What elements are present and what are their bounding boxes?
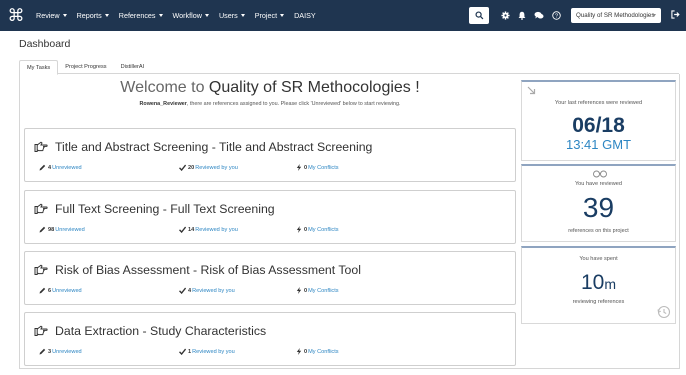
tab-distiller-ai[interactable]: DistillerAI <box>114 60 152 74</box>
welcome-username: Rowena_Reviewer <box>139 101 187 107</box>
task-card: Data Extraction - Study Characteristics … <box>24 312 516 366</box>
tab-my-tasks[interactable]: My Tasks <box>19 60 59 75</box>
pencil-icon <box>39 287 46 294</box>
pointing-hand-icon <box>34 264 48 275</box>
nav-menu-workflow[interactable]: Workflow <box>173 11 209 20</box>
task-card: Risk of Bias Assessment - Risk of Bias A… <box>24 251 516 305</box>
task-title: Full Text Screening - Full Text Screenin… <box>55 202 275 216</box>
pointing-hand-icon <box>34 141 48 152</box>
nav-menu-daisy[interactable]: DAISY <box>294 11 316 20</box>
history-clock-icon <box>657 305 671 319</box>
my-conflicts-link[interactable]: 0 My Conflicts <box>295 226 339 233</box>
bolt-icon <box>295 348 302 355</box>
tab-project-progress[interactable]: Project Progress <box>58 60 113 74</box>
my-conflicts-link[interactable]: 0 My Conflicts <box>295 348 339 355</box>
pencil-icon <box>39 226 46 233</box>
glasses-icon <box>593 170 607 178</box>
tab-bar: My Tasks Project Progress DistillerAI <box>19 60 679 75</box>
task-title: Title and Abstract Screening - Title and… <box>55 140 373 154</box>
bolt-icon <box>295 287 302 294</box>
reviewed-count: 39 <box>582 192 615 223</box>
reviewed-footer: references on this project <box>568 228 629 234</box>
nav-menu-reports[interactable]: Reports <box>77 11 109 20</box>
time-spent-caption: You have spent <box>579 256 618 262</box>
pointing-hand-icon <box>34 203 48 214</box>
chevron-down-icon <box>158 14 163 17</box>
chevron-down-icon <box>204 14 209 17</box>
nav-menu-references[interactable]: References <box>119 11 163 20</box>
pencil-icon <box>39 164 46 171</box>
bolt-icon <box>295 226 302 233</box>
nav-right-tools: ? Quality of SR Methodologies <box>469 0 686 31</box>
pointing-hand-icon <box>34 325 48 336</box>
bell-icon[interactable] <box>518 11 526 20</box>
task-title: Risk of Bias Assessment - Risk of Bias A… <box>55 263 361 277</box>
project-select[interactable]: Quality of SR Methodologies <box>571 8 661 23</box>
reviewed-count-panel: You have reviewed 39 references on this … <box>521 164 676 242</box>
bolt-icon <box>295 164 302 171</box>
chat-icon[interactable] <box>534 11 544 20</box>
reviewed-by-you-link[interactable]: 20 Reviewed by you <box>179 164 238 171</box>
my-conflicts-link[interactable]: 0 My Conflicts <box>295 164 339 171</box>
my-tasks-panel: Welcome to Quality of SR Methocologies !… <box>19 74 680 369</box>
reviewed-by-you-link[interactable]: 1 Reviewed by you <box>179 348 235 355</box>
page-title: Dashboard <box>19 38 71 50</box>
reviewed-by-you-link[interactable]: 14 Reviewed by you <box>179 226 238 233</box>
chevron-down-icon <box>240 14 245 17</box>
check-icon <box>179 164 186 171</box>
task-card: Title and Abstract Screening - Title and… <box>24 128 516 182</box>
chevron-down-icon <box>652 14 656 17</box>
task-card: Full Text Screening - Full Text Screenin… <box>24 190 516 244</box>
check-icon <box>179 226 186 233</box>
expand-arrow-icon <box>527 86 536 95</box>
pencil-icon <box>39 348 46 355</box>
check-icon <box>179 348 186 355</box>
chevron-down-icon <box>62 14 67 17</box>
unreviewed-link[interactable]: 98 Unreviewed <box>39 226 85 233</box>
my-conflicts-link[interactable]: 0 My Conflicts <box>295 287 339 294</box>
gear-icon[interactable] <box>501 11 510 20</box>
last-reviewed-time: 13:41 GMT <box>565 137 632 152</box>
chevron-down-icon <box>280 14 285 17</box>
nav-menu-users[interactable]: Users <box>219 11 245 20</box>
nav-menu-review[interactable]: Review <box>36 11 67 20</box>
welcome-message: Rowena_Reviewer, there are references as… <box>139 101 401 107</box>
welcome-heading: Welcome to Quality of SR Methocologies ! <box>120 79 420 96</box>
sign-out-icon[interactable] <box>671 10 680 21</box>
unreviewed-link[interactable]: 6 Unreviewed <box>39 287 82 294</box>
time-spent-panel: You have spent 10m reviewing references <box>521 246 676 324</box>
search-icon <box>474 11 483 20</box>
unreviewed-link[interactable]: 3 Unreviewed <box>39 348 82 355</box>
nav-menu: Review Reports References Workflow Users… <box>36 11 326 20</box>
last-reviewed-caption: Your last references were reviewed <box>554 100 643 106</box>
time-spent-value: 10m <box>580 271 617 294</box>
welcome-project-name: Quality of SR Methocologies ! <box>208 79 420 96</box>
reviewed-by-you-link[interactable]: 4 Reviewed by you <box>179 287 235 294</box>
help-icon[interactable]: ? <box>552 11 561 20</box>
app-logo-icon[interactable]: ⌘ <box>2 0 30 31</box>
time-spent-footer: reviewing references <box>572 299 625 305</box>
last-reviewed-panel: Your last references were reviewed 06/18… <box>521 80 676 161</box>
chevron-down-icon <box>104 14 109 17</box>
search-button[interactable] <box>469 7 489 24</box>
task-title: Data Extraction - Study Characteristics <box>55 324 267 338</box>
unreviewed-link[interactable]: 4 Unreviewed <box>39 164 82 171</box>
reviewed-caption: You have reviewed <box>574 181 623 187</box>
check-icon <box>179 287 186 294</box>
nav-menu-project[interactable]: Project <box>255 11 285 20</box>
top-navbar: ⌘ Review Reports References Workflow Use… <box>0 0 686 31</box>
last-reviewed-date: 06/18 <box>572 114 625 137</box>
